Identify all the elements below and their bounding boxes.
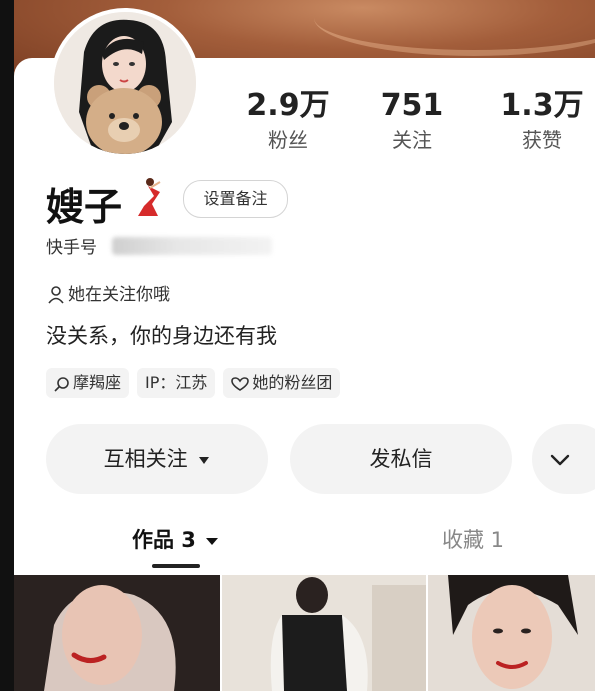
stat-label: 关注 xyxy=(392,128,432,152)
tab-favorites-label: 收藏 1 xyxy=(442,528,505,552)
caret-down-icon xyxy=(199,457,210,464)
send-message-button[interactable]: 发私信 xyxy=(290,424,512,494)
profile-name: 嫂子 xyxy=(46,185,123,229)
caret-down-icon xyxy=(206,538,219,545)
active-tab-indicator xyxy=(152,564,200,568)
tag-ip-location: IP：江苏 xyxy=(137,368,216,398)
tag-label: 摩羯座 xyxy=(73,373,122,392)
stat-followers[interactable]: 2.9万 粉丝 xyxy=(238,86,338,154)
tab-favorites[interactable]: 收藏 1 xyxy=(442,510,504,570)
work-thumbnail[interactable] xyxy=(14,575,220,691)
kuaishou-id-blurred xyxy=(112,236,273,255)
profile-tags: 摩羯座 IP：江苏 她的粉丝团 xyxy=(46,368,348,398)
stat-likes[interactable]: 1.3万 获赞 xyxy=(492,86,592,154)
work-thumbnail[interactable] xyxy=(428,575,595,691)
stat-value: 1.3万 xyxy=(500,88,584,123)
send-message-label: 发私信 xyxy=(369,447,433,471)
tag-fan-club[interactable]: 她的粉丝团 xyxy=(223,368,341,398)
mutual-follow-label: 互相关注 xyxy=(103,447,188,471)
stat-value: 751 xyxy=(380,88,444,123)
profile-bio: 没关系，你的身边还有我 xyxy=(46,324,277,348)
follows-you-note: 她在关注你哦 xyxy=(48,280,170,305)
avatar-illustration xyxy=(54,12,196,154)
work-thumbnail[interactable] xyxy=(222,575,426,691)
stat-following[interactable]: 751 关注 xyxy=(362,86,462,154)
profile-stats: 2.9万 粉丝 751 关注 1.3万 获赞 xyxy=(230,80,595,160)
content-tabs: 作品 3 收藏 1 xyxy=(14,510,595,570)
avatar[interactable] xyxy=(50,8,200,158)
heart-outline-icon xyxy=(231,376,250,391)
more-options-button[interactable] xyxy=(532,424,595,494)
kuaishou-id-label: 快手号 xyxy=(46,238,97,258)
stat-value: 2.9万 xyxy=(246,88,330,123)
set-remark-button[interactable]: 设置备注 xyxy=(183,180,288,218)
tag-label: 她的粉丝团 xyxy=(252,373,333,392)
tag-label: IP：江苏 xyxy=(145,373,208,392)
kuaishou-id-row: 快手号 xyxy=(46,233,273,259)
tab-works-label: 作品 3 xyxy=(132,528,196,552)
follows-you-text: 她在关注你哦 xyxy=(68,285,170,305)
chevron-down-icon xyxy=(550,454,570,466)
stat-label: 获赞 xyxy=(522,128,562,152)
mutual-follow-button[interactable]: 互相关注 xyxy=(46,424,268,494)
work-thumbnail-image xyxy=(222,575,426,691)
tag-zodiac[interactable]: 摩羯座 xyxy=(46,368,130,398)
work-thumbnail-image xyxy=(428,575,595,691)
search-icon xyxy=(54,376,69,392)
dancer-emoji-icon xyxy=(138,178,161,216)
tab-works[interactable]: 作品 3 xyxy=(132,510,219,570)
stat-label: 粉丝 xyxy=(268,128,308,152)
works-grid xyxy=(14,570,595,691)
work-thumbnail-image xyxy=(14,575,220,691)
person-icon xyxy=(48,286,64,304)
